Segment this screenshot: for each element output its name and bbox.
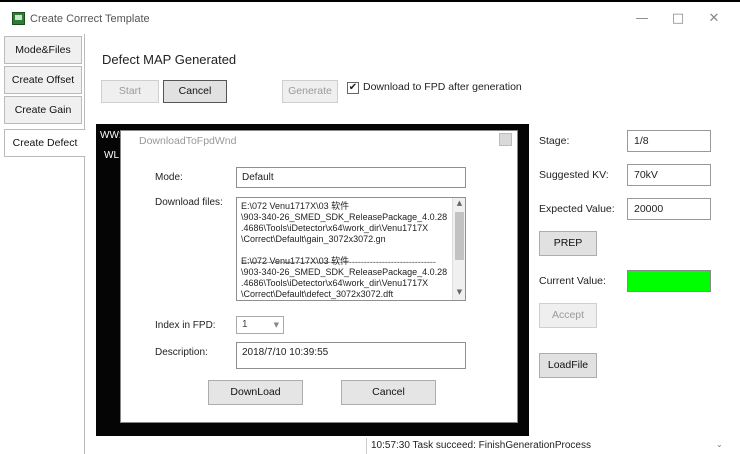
app-icon <box>12 12 25 25</box>
status-log: 10:57:30 Task succeed: FinishGenerationP… <box>366 438 728 454</box>
index-in-fpd-select[interactable]: 1 ▼ <box>236 316 284 334</box>
suggested-kv-label: Suggested KV: <box>539 169 609 181</box>
scroll-up-icon[interactable]: ▲ <box>454 199 465 207</box>
current-value-indicator <box>627 270 711 292</box>
accept-button[interactable]: Accept <box>539 303 597 328</box>
minimize-button[interactable]: — <box>628 8 656 30</box>
download-after-generation-checkbox[interactable]: ✔ <box>347 82 359 94</box>
dialog-cancel-button[interactable]: Cancel <box>341 380 436 405</box>
chevron-down-icon: ▼ <box>273 321 279 329</box>
download-files-label: Download files: <box>155 197 223 208</box>
close-button[interactable]: ✕ <box>700 8 728 30</box>
chevron-down-icon[interactable]: ⌄ <box>716 440 723 449</box>
download-to-fpd-dialog: DownloadToFpdWnd Mode: Default Download … <box>120 130 518 423</box>
index-in-fpd-label: Index in FPD: <box>155 320 216 331</box>
tab-create-offset[interactable]: Create Offset <box>4 66 82 94</box>
mode-field[interactable]: Default <box>236 167 466 188</box>
index-in-fpd-value: 1 <box>242 319 248 330</box>
download-button[interactable]: DownLoad <box>208 380 303 405</box>
download-files-list[interactable]: E:\072 Venu1717X\03 软件 \903-340-26_SMED_… <box>236 197 466 301</box>
cancel-button[interactable]: Cancel <box>163 80 227 103</box>
window-title: Create Correct Template <box>30 13 150 25</box>
tab-mode-files[interactable]: Mode&Files <box>4 36 82 64</box>
dialog-close-button[interactable] <box>499 133 512 146</box>
download-files-text: E:\072 Venu1717X\03 软件 \903-340-26_SMED_… <box>241 201 448 299</box>
tab-create-defect[interactable]: Create Defect <box>4 129 86 157</box>
loadfile-button[interactable]: LoadFile <box>539 353 597 378</box>
start-button[interactable]: Start <box>101 80 159 103</box>
side-tab-strip: Mode&Files Create Offset Create Gain Cre… <box>0 34 86 454</box>
files-scrollbar[interactable]: ▲ ▼ <box>452 198 465 300</box>
tab-create-gain[interactable]: Create Gain <box>4 96 82 124</box>
scrollbar-thumb[interactable] <box>455 212 464 260</box>
scroll-down-icon[interactable]: ▼ <box>454 288 465 296</box>
app-window: Create Correct Template — □ ✕ Mode&Files… <box>0 0 740 454</box>
description-field[interactable]: 2018/7/10 10:39:55 <box>236 342 466 369</box>
dialog-title: DownloadToFpdWnd <box>139 135 237 147</box>
title-bar: Create Correct Template — □ ✕ <box>0 4 740 34</box>
description-label: Description: <box>155 347 208 358</box>
download-after-generation-label: Download to FPD after generation <box>363 81 522 93</box>
mode-label: Mode: <box>155 172 183 183</box>
prep-button[interactable]: PREP <box>539 231 597 256</box>
stage-field[interactable]: 1/8 <box>627 130 711 152</box>
suggested-kv-field[interactable]: 70kV <box>627 164 711 186</box>
expected-value-field[interactable]: 20000 <box>627 198 711 220</box>
generate-button[interactable]: Generate <box>282 80 338 103</box>
expected-value-label: Expected Value: <box>539 203 615 215</box>
page-title: Defect MAP Generated <box>102 52 237 67</box>
maximize-button[interactable]: □ <box>664 8 692 30</box>
current-value-label: Current Value: <box>539 275 606 287</box>
files-separator: ----------------------------------------… <box>241 258 436 266</box>
stage-label: Stage: <box>539 135 570 147</box>
